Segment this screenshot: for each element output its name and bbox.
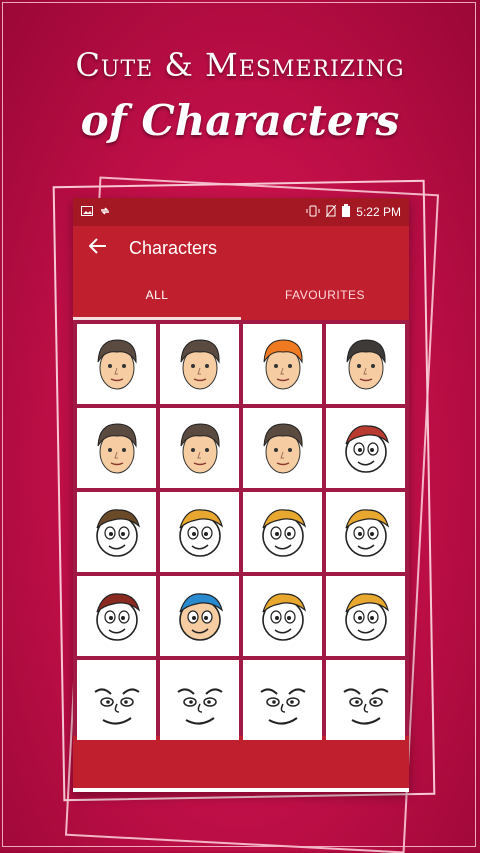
character-tile[interactable] [243, 492, 322, 572]
character-tile[interactable] [77, 324, 156, 404]
character-face-icon [342, 688, 389, 725]
character-tile[interactable] [326, 324, 405, 404]
image-icon [81, 205, 93, 220]
headline-line-1: Cute & Mesmerizing [75, 46, 405, 84]
character-tile[interactable] [326, 576, 405, 656]
character-tile[interactable] [243, 324, 322, 404]
character-tile[interactable] [243, 408, 322, 488]
character-face-icon [178, 593, 223, 641]
character-face-icon [93, 688, 140, 725]
character-face-icon [180, 339, 220, 390]
page-title: Characters [129, 237, 218, 258]
character-tile[interactable] [160, 408, 239, 488]
character-face-icon [261, 509, 306, 557]
character-tile[interactable] [160, 324, 239, 404]
character-tile[interactable] [160, 492, 239, 572]
character-face-icon [97, 423, 137, 474]
status-bar: 5:22 PM [73, 198, 409, 226]
tab-all[interactable]: ALL [73, 270, 241, 320]
character-tile[interactable] [160, 576, 239, 656]
tab-indicator [73, 317, 241, 320]
character-grid [73, 320, 409, 740]
headline-line-2: of Characters [80, 96, 400, 145]
character-face-icon [346, 339, 386, 390]
arrow-left-icon[interactable] [88, 237, 129, 260]
character-tile[interactable] [77, 576, 156, 656]
character-face-icon [97, 339, 137, 390]
character-face-icon [263, 423, 303, 474]
character-tile[interactable] [326, 408, 405, 488]
character-tile[interactable] [243, 576, 322, 656]
character-face-icon [95, 593, 140, 641]
character-tile[interactable] [160, 660, 239, 740]
character-face-icon [95, 509, 140, 557]
character-tile[interactable] [326, 492, 405, 572]
character-face-icon [178, 509, 223, 557]
vibrate-icon [306, 205, 320, 220]
character-face-icon [263, 339, 303, 390]
character-tile[interactable] [243, 660, 322, 740]
character-face-icon [261, 593, 306, 641]
character-tile[interactable] [326, 660, 405, 740]
no-sim-icon [325, 204, 337, 220]
tab-bar: ALL FAVOURITES [73, 270, 409, 320]
character-face-icon [344, 593, 389, 641]
character-tile[interactable] [77, 492, 156, 572]
bottom-band [73, 736, 409, 788]
sync-icon [99, 205, 111, 220]
app-bar: Characters [73, 226, 409, 270]
character-face-icon [344, 425, 389, 473]
battery-icon [342, 204, 351, 220]
phone-screen: 5:22 PM Characters ALL FAVOURITES [73, 198, 409, 792]
tab-favourites[interactable]: FAVOURITES [241, 270, 409, 320]
character-face-icon [344, 509, 389, 557]
character-face-icon [259, 688, 306, 725]
character-face-icon [176, 688, 223, 725]
character-tile[interactable] [77, 408, 156, 488]
character-face-icon [180, 423, 220, 474]
character-tile[interactable] [77, 660, 156, 740]
status-time: 5:22 PM [356, 205, 401, 219]
